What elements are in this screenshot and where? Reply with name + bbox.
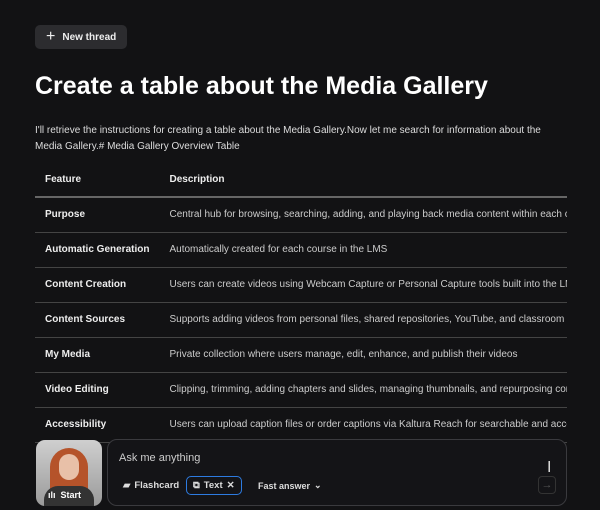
table-header-row: Feature Description (35, 162, 567, 198)
description-cell: Clipping, trimming, adding chapters and … (159, 372, 567, 408)
flashcard-label: Flashcard (134, 480, 180, 491)
feature-cell: My Media (35, 337, 160, 373)
send-button[interactable]: → (538, 476, 556, 494)
table-row: Content Sources Supports adding videos fr… (35, 302, 567, 338)
avatar-face (59, 454, 79, 480)
text-chip[interactable]: ⧉ Text ✕ (186, 476, 242, 495)
page-title: Create a table about the Media Gallery (35, 72, 488, 100)
description-cell: Central hub for browsing, searching, add… (159, 197, 567, 233)
text-cursor-icon: I (547, 459, 552, 476)
copy-icon: ⧉ (193, 480, 200, 491)
feature-cell: Accessibility (35, 407, 160, 443)
start-button[interactable]: ılı Start (48, 490, 81, 500)
text-label: Text (203, 480, 223, 491)
new-thread-label: New thread (62, 31, 117, 43)
feature-cell: Content Creation (35, 267, 160, 303)
column-header: Description (159, 162, 567, 198)
close-icon[interactable]: ✕ (227, 480, 235, 491)
chevron-down-icon: ⌄ (314, 480, 322, 490)
feature-cell: Content Sources (35, 302, 160, 338)
table-row: Content Creation Users can create videos … (35, 267, 567, 303)
flashcard-button[interactable]: ▰ Flashcard (123, 476, 179, 495)
description-cell: Supports adding videos from personal fil… (159, 302, 567, 338)
table-scroll-container[interactable]: Feature Description Purpose Central hub f… (35, 162, 567, 452)
start-label: Start (60, 490, 82, 500)
assistant-message: I'll retrieve the instructions for creat… (35, 125, 541, 152)
feature-cell: Video Editing (35, 372, 160, 408)
audio-icon: ılı (48, 490, 56, 500)
flashcard-icon: ▰ (123, 480, 131, 491)
arrow-right-icon: → (541, 479, 553, 491)
feature-cell: Purpose (35, 197, 160, 233)
description-cell: Users can create videos using Webcam Cap… (159, 267, 567, 303)
feature-cell: Automatic Generation (35, 232, 160, 268)
description-cell: Private collection where users manage, e… (159, 337, 567, 373)
media-gallery-table: Feature Description Purpose Central hub f… (35, 162, 567, 443)
table-row: Automatic Generation Automatically create… (35, 232, 567, 268)
new-thread-button[interactable]: + New thread (35, 25, 127, 49)
fast-answer-label: Fast answer (258, 480, 311, 491)
plus-icon: + (46, 28, 56, 45)
table-row: Purpose Central hub for browsing, searchi… (35, 197, 567, 233)
description-cell: Automatically created for each course in… (159, 232, 567, 268)
chat-input[interactable]: Ask me anything (119, 452, 200, 464)
fast-answer-dropdown[interactable]: Fast answer ⌄ (258, 476, 322, 495)
avatar-video[interactable]: ılı Start (36, 440, 102, 506)
column-header: Feature (35, 162, 160, 198)
table-row: Accessibility Users can upload caption fi… (35, 407, 567, 443)
table-row: My Media Private collection where users m… (35, 337, 567, 373)
composer[interactable]: Ask me anything ▰ Flashcard ⧉ Text ✕ Fast a… (107, 439, 567, 506)
description-cell: Users can upload caption files or order … (159, 407, 567, 443)
table-row: Video Editing Clipping, trimming, adding … (35, 372, 567, 408)
